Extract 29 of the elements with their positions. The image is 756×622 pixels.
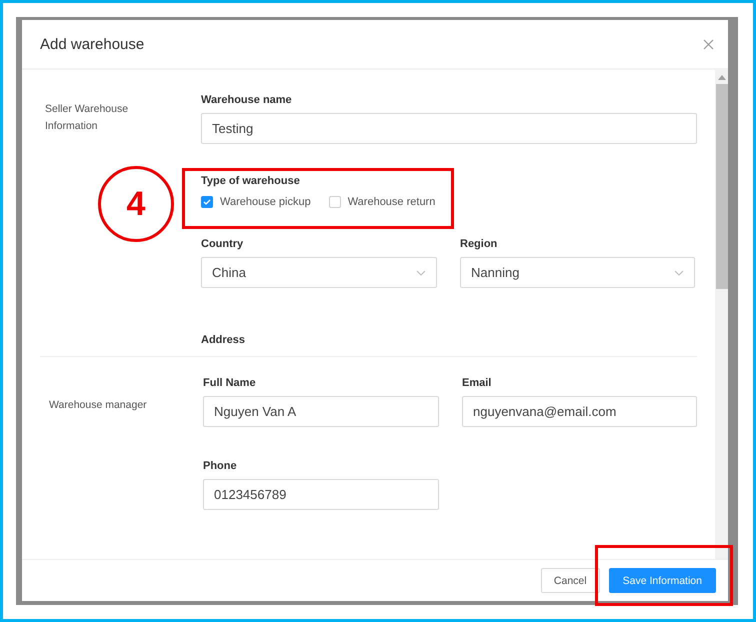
field-label: Type of warehouse	[201, 175, 301, 187]
chevron-down-icon	[416, 270, 426, 276]
field-label: Country	[201, 238, 244, 250]
checkbox-label: Warehouse pickup	[220, 196, 311, 208]
input-field[interactable]: 0123456789	[203, 479, 439, 510]
scrollbar[interactable]	[715, 70, 728, 559]
dialog-title: Add warehouse	[40, 36, 144, 52]
checkmark-icon	[203, 199, 211, 205]
input-field[interactable]: Testing	[201, 113, 697, 144]
step-number-annotation: 4	[98, 166, 174, 242]
section-label: Warehouse manager	[48, 398, 148, 413]
input-field[interactable]: Nguyen Van A	[203, 396, 439, 427]
field-label: Email	[462, 377, 492, 389]
checkbox[interactable]	[201, 196, 213, 208]
close-icon[interactable]	[703, 38, 714, 50]
input-field[interactable]: nguyenvana@email.com	[462, 396, 697, 427]
cancel-button[interactable]: Cancel	[540, 568, 600, 593]
scroll-up-arrow-icon[interactable]	[718, 75, 726, 80]
checkbox-label: Warehouse return	[348, 196, 436, 208]
chevron-down-icon	[674, 270, 684, 276]
checkbox[interactable]	[328, 196, 341, 208]
field-label: Phone	[203, 460, 238, 472]
section-label: Seller Warehouse Information	[45, 102, 130, 134]
select-field[interactable]: China	[201, 257, 437, 288]
field-label: Region	[460, 238, 498, 250]
field-label: Warehouse name	[201, 94, 293, 106]
section-heading: Address	[201, 334, 246, 348]
field-label: Full Name	[203, 377, 257, 389]
select-field[interactable]: Nanning	[460, 257, 695, 288]
